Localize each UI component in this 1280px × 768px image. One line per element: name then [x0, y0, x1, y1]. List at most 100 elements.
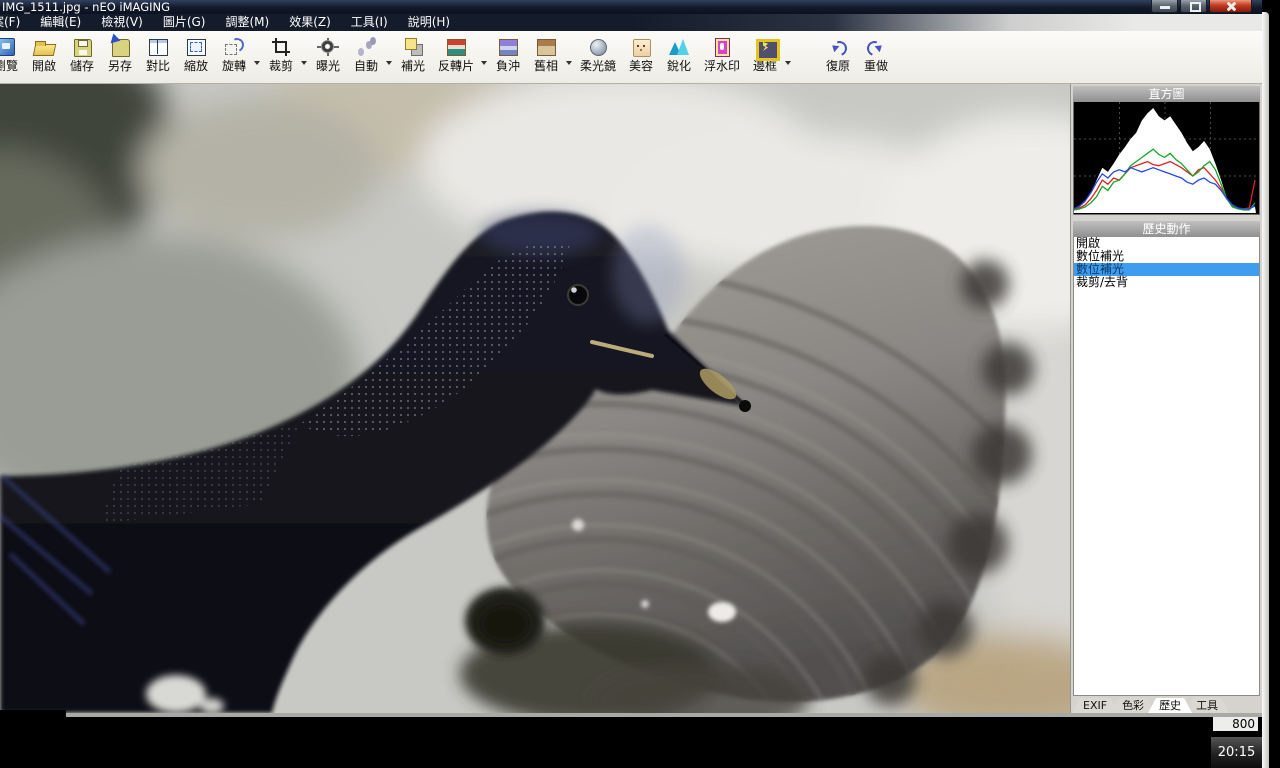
browse-icon [0, 35, 19, 59]
toolbar-button-frame[interactable]: 邊框 [746, 34, 784, 75]
toolbar-button-browse[interactable]: 瀏覽 [0, 34, 25, 75]
toolbar-button-label: 銳化 [667, 59, 691, 74]
toolbar: 瀏覽開啟儲存另存對比縮放旋轉 裁剪曝光自動 補光反轉片負沖舊相柔光鏡美容銳化浮水印邊… [0, 31, 1262, 84]
save-icon [69, 35, 95, 59]
sharpen-icon [666, 35, 692, 59]
toolbar-group: 反轉片 [432, 34, 489, 75]
dropdown-arrow-icon[interactable] [480, 35, 489, 75]
zoom-fit-icon [183, 35, 209, 59]
toolbar-button-label: 柔光鏡 [580, 59, 616, 74]
toolbar-group: 瀏覽 [0, 34, 25, 75]
toolbar-group: 銳化 [660, 34, 698, 75]
reversal-film-icon [443, 35, 469, 59]
toolbar-button-save-as[interactable]: 另存 [101, 34, 139, 75]
toolbar-button-old-photo[interactable]: 舊相 [527, 34, 565, 75]
toolbar-button-label: 邊框 [753, 59, 777, 74]
neo-imaging-window: IMG_1511.jpg - nEO iMAGING 檔案(F)編輯(E)檢視(… [0, 0, 1262, 717]
toolbar-group: 開啟 [25, 34, 63, 75]
minimize-button[interactable] [1151, 0, 1178, 13]
toolbar-group: 柔光鏡 [574, 34, 622, 75]
toolbar-group: 另存 [101, 34, 139, 75]
toolbar-button-label: 自動 [354, 59, 378, 74]
toolbar-button-label: 旋轉 [222, 59, 246, 74]
toolbar-button-label: 美容 [629, 59, 653, 74]
cross-process-icon [495, 35, 521, 59]
toolbar-button-watermark[interactable]: 浮水印 [698, 34, 746, 75]
undo-icon [825, 35, 851, 59]
watermark-icon [709, 35, 735, 59]
toolbar-group: 美容 [622, 34, 660, 75]
history-item-3[interactable]: 裁剪/去背 [1074, 276, 1259, 289]
toolbar-button-label: 瀏覽 [0, 59, 18, 74]
toolbar-button-exposure[interactable]: 曝光 [309, 34, 347, 75]
toolbar-button-crop[interactable]: 裁剪 [262, 34, 300, 75]
toolbar-group: 旋轉 [215, 34, 262, 75]
toolbar-group: 裁剪 [262, 34, 309, 75]
menu-item-3[interactable]: 圖片(G) [153, 14, 216, 31]
menu-item-2[interactable]: 檢視(V) [91, 14, 153, 31]
toolbar-button-zoom-fit[interactable]: 縮放 [177, 34, 215, 75]
toolbar-button-undo[interactable]: 復原 [819, 34, 857, 75]
toolbar-button-beauty[interactable]: 美容 [622, 34, 660, 75]
toolbar-group: 浮水印 [698, 34, 746, 75]
frame-icon [752, 35, 778, 59]
toolbar-group: 負沖 [489, 34, 527, 75]
sidebar-tab-1[interactable]: 色彩 [1111, 698, 1155, 713]
toolbar-button-soft-focus[interactable]: 柔光鏡 [574, 34, 622, 75]
toolbar-button-cross-process[interactable]: 負沖 [489, 34, 527, 75]
exposure-icon [315, 35, 341, 59]
dropdown-arrow-icon[interactable] [253, 35, 262, 75]
sidebar-tab-0[interactable]: EXIF [1072, 698, 1118, 713]
close-button[interactable] [1209, 0, 1252, 13]
dropdown-arrow-icon[interactable] [385, 35, 394, 75]
old-photo-icon [533, 35, 559, 59]
menu-item-0[interactable]: 檔案(F) [0, 14, 30, 31]
menu-bar: 檔案(F)編輯(E)檢視(V)圖片(G)調整(M)效果(Z)工具(I)說明(H) [0, 14, 1262, 31]
toolbar-button-label: 浮水印 [704, 59, 740, 74]
toolbar-button-sharpen[interactable]: 銳化 [660, 34, 698, 75]
menu-item-5[interactable]: 效果(Z) [279, 14, 341, 31]
toolbar-button-label: 縮放 [184, 59, 208, 74]
history-panel-title: 歷史動作 [1073, 221, 1260, 237]
photo-canvas[interactable] [0, 84, 1070, 713]
toolbar-group: 儲存 [63, 34, 101, 75]
crop-icon [268, 35, 294, 59]
restore-button[interactable] [1180, 0, 1207, 13]
toolbar-group: 舊相 [527, 34, 574, 75]
menu-item-6[interactable]: 工具(I) [341, 14, 398, 31]
screen: IMG_1511.jpg - nEO iMAGING 檔案(F)編輯(E)檢視(… [0, 0, 1280, 768]
history-list: 開啟數位補光數位補光裁剪/去背 [1073, 237, 1260, 696]
toolbar-button-label: 曝光 [316, 59, 340, 74]
toolbar-button-fill-light[interactable]: 補光 [394, 34, 432, 75]
sidebar-tab-2[interactable]: 歷史 [1148, 698, 1192, 713]
dropdown-arrow-icon[interactable] [784, 35, 793, 75]
toolbar-button-compare[interactable]: 對比 [139, 34, 177, 75]
toolbar-group: 對比 [139, 34, 177, 75]
toolbar-group: 補光 [394, 34, 432, 75]
menu-item-1[interactable]: 編輯(E) [30, 14, 91, 31]
dropdown-arrow-icon[interactable] [300, 35, 309, 75]
save-as-icon [107, 35, 133, 59]
histogram-panel-title: 直方圖 [1073, 86, 1260, 102]
auto-icon [353, 35, 379, 59]
toolbar-button-redo[interactable]: 重做 [857, 34, 895, 75]
menu-item-7[interactable]: 說明(H) [398, 14, 460, 31]
soft-focus-icon [585, 35, 611, 59]
toolbar-group: 自動 [347, 34, 394, 75]
toolbar-button-label: 反轉片 [438, 59, 474, 74]
desktop-black-area [0, 717, 1280, 768]
redo-icon [863, 35, 889, 59]
dropdown-arrow-icon[interactable] [565, 35, 574, 75]
toolbar-button-label: 另存 [108, 59, 132, 74]
toolbar-button-reversal-film[interactable]: 反轉片 [432, 34, 480, 75]
toolbar-button-save[interactable]: 儲存 [63, 34, 101, 75]
toolbar-button-open[interactable]: 開啟 [25, 34, 63, 75]
title-bar[interactable]: IMG_1511.jpg - nEO iMAGING [0, 0, 1262, 14]
menu-item-4[interactable]: 調整(M) [215, 14, 279, 31]
toolbar-button-rotate[interactable]: 旋轉 [215, 34, 253, 75]
open-icon [31, 35, 57, 59]
fill-light-icon [400, 35, 426, 59]
toolbar-button-auto[interactable]: 自動 [347, 34, 385, 75]
photo-bird-on-pipe [0, 84, 1070, 713]
sidebar-tab-3[interactable]: 工具 [1185, 698, 1229, 713]
